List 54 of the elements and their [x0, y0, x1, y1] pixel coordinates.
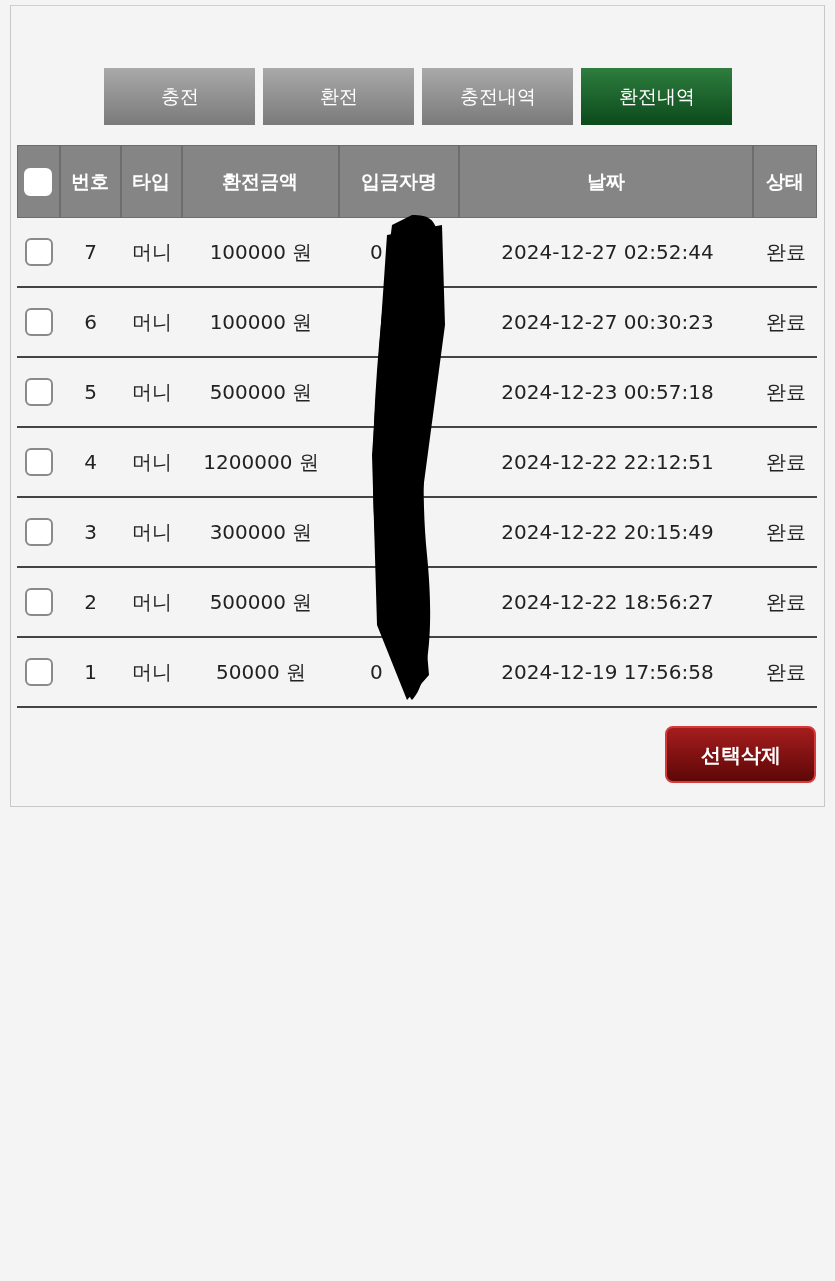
table-cell-text: 2024-12-23 00:57:18	[501, 379, 714, 406]
table-cell-text: 완료	[766, 309, 806, 336]
table-cell-text: 2	[84, 589, 97, 616]
table-cell-text: 100000 원	[209, 309, 313, 336]
table-cell-text: 2024-12-19 17:56:58	[501, 659, 714, 686]
checkbox[interactable]	[24, 238, 53, 266]
table-cell-text: 1200000 원	[203, 449, 319, 476]
checkbox[interactable]	[24, 588, 53, 616]
table-cell-text: 머니	[131, 309, 172, 336]
column-header: 날짜	[459, 146, 755, 217]
table-cell-text: 머니	[131, 239, 172, 266]
checkbox[interactable]	[24, 658, 53, 686]
table-cell-text: 완료	[766, 659, 806, 686]
column-header: 번호	[60, 146, 122, 217]
table-cell-text: 0	[370, 659, 383, 686]
table-cell-text: 머니	[131, 519, 172, 546]
table-cell-text: 2024-12-27 00:30:23	[501, 309, 714, 336]
checkbox[interactable]	[24, 518, 53, 546]
table-cell-text: 2024-12-27 02:52:44	[501, 239, 714, 266]
table-cell-text: 2024-12-22 18:56:27	[501, 589, 714, 616]
tab[interactable]: 환전내역	[581, 68, 732, 125]
table-cell-text: 머니	[131, 659, 172, 686]
table-cell-text: 4	[84, 449, 97, 476]
table-cell-text: 0	[370, 239, 383, 266]
tab[interactable]: 환전	[263, 68, 414, 125]
checkbox[interactable]	[24, 448, 53, 476]
table-cell-text: 6	[84, 309, 97, 336]
table-cell-text: 머니	[131, 589, 172, 616]
column-header: 타입	[121, 146, 183, 217]
table-cell-text: 2024-12-22 22:12:51	[501, 449, 714, 476]
table-cell-text: 완료	[766, 519, 806, 546]
table-cell-text: 500000 원	[209, 589, 313, 616]
table-cell-text: 완료	[766, 449, 806, 476]
table-cell-text: 머니	[131, 379, 172, 406]
column-header: 상태	[765, 169, 806, 195]
table-cell-text: 완료	[766, 239, 806, 266]
checkbox[interactable]	[24, 378, 53, 406]
table-cell-text: 완료	[766, 379, 806, 406]
table-cell-text: 머니	[131, 449, 172, 476]
table-cell-text: 100000 원	[209, 239, 313, 266]
tab[interactable]: 충전	[104, 68, 255, 125]
column-header: 환전금액	[182, 146, 341, 217]
table-cell-text: 1	[84, 659, 97, 686]
table-cell-text: 5	[84, 379, 97, 406]
tab[interactable]: 충전내역	[422, 68, 573, 125]
table-cell-text: 3	[84, 519, 97, 546]
table-cell-text: 500000 원	[209, 379, 313, 406]
table-cell-text: 7	[84, 239, 97, 266]
delete-selected-button[interactable]: 선택삭제	[665, 726, 816, 783]
table-cell-text: 50000 원	[216, 659, 306, 686]
table-cell-text: 2024-12-22 20:15:49	[501, 519, 714, 546]
checkbox[interactable]	[24, 308, 53, 336]
table-cell-text: 완료	[766, 589, 806, 616]
table-cell-text: 300000 원	[209, 519, 313, 546]
